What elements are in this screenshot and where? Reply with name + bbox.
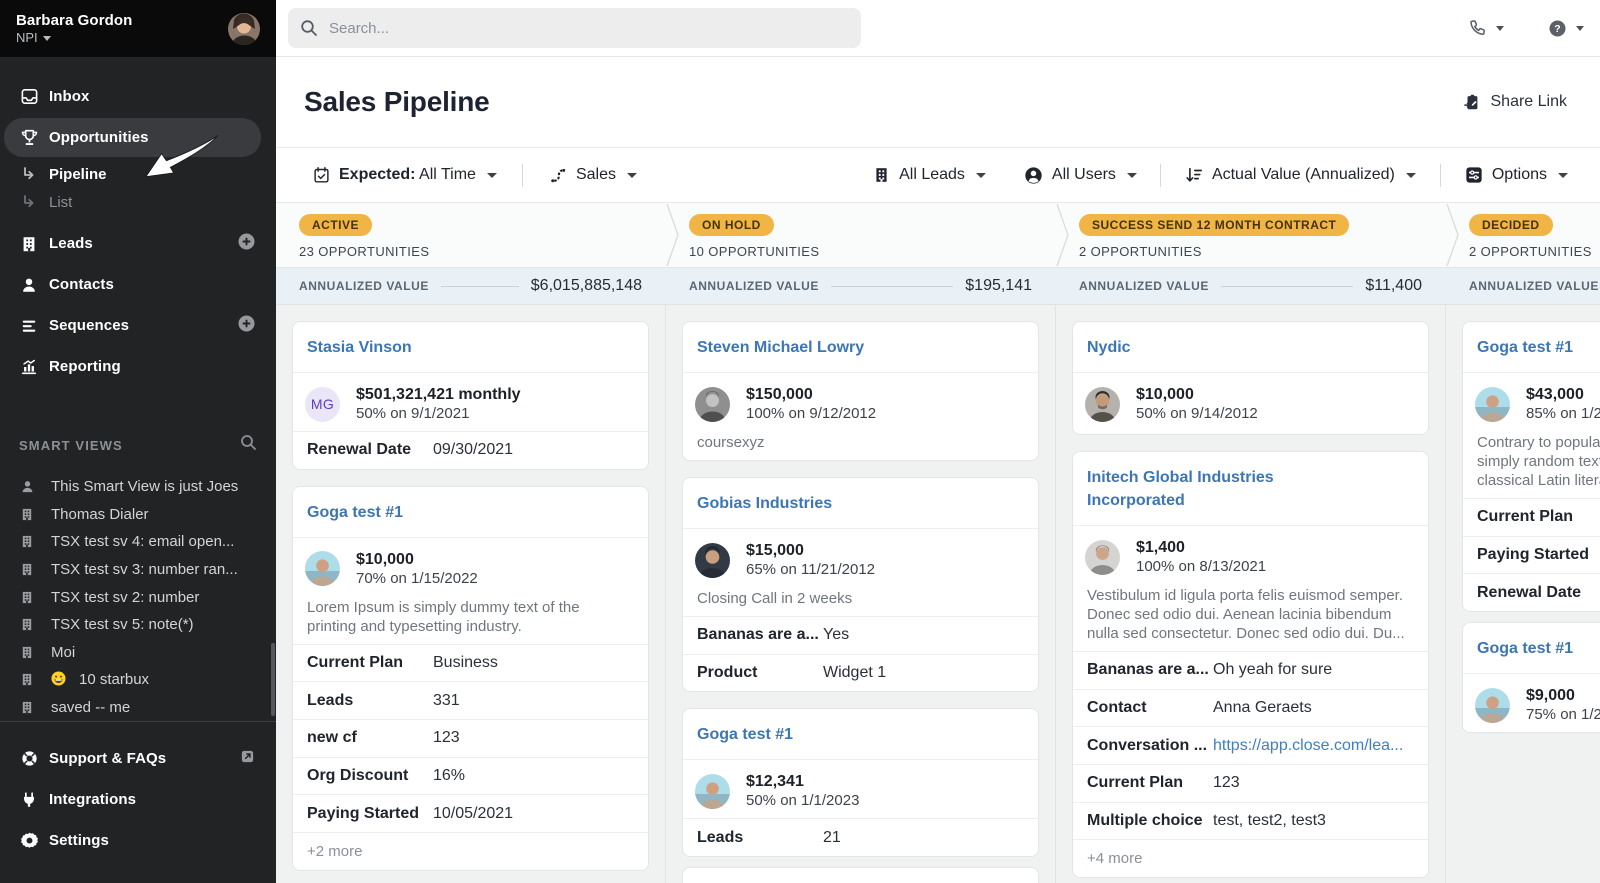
svg-text:?: ? — [1554, 23, 1560, 35]
